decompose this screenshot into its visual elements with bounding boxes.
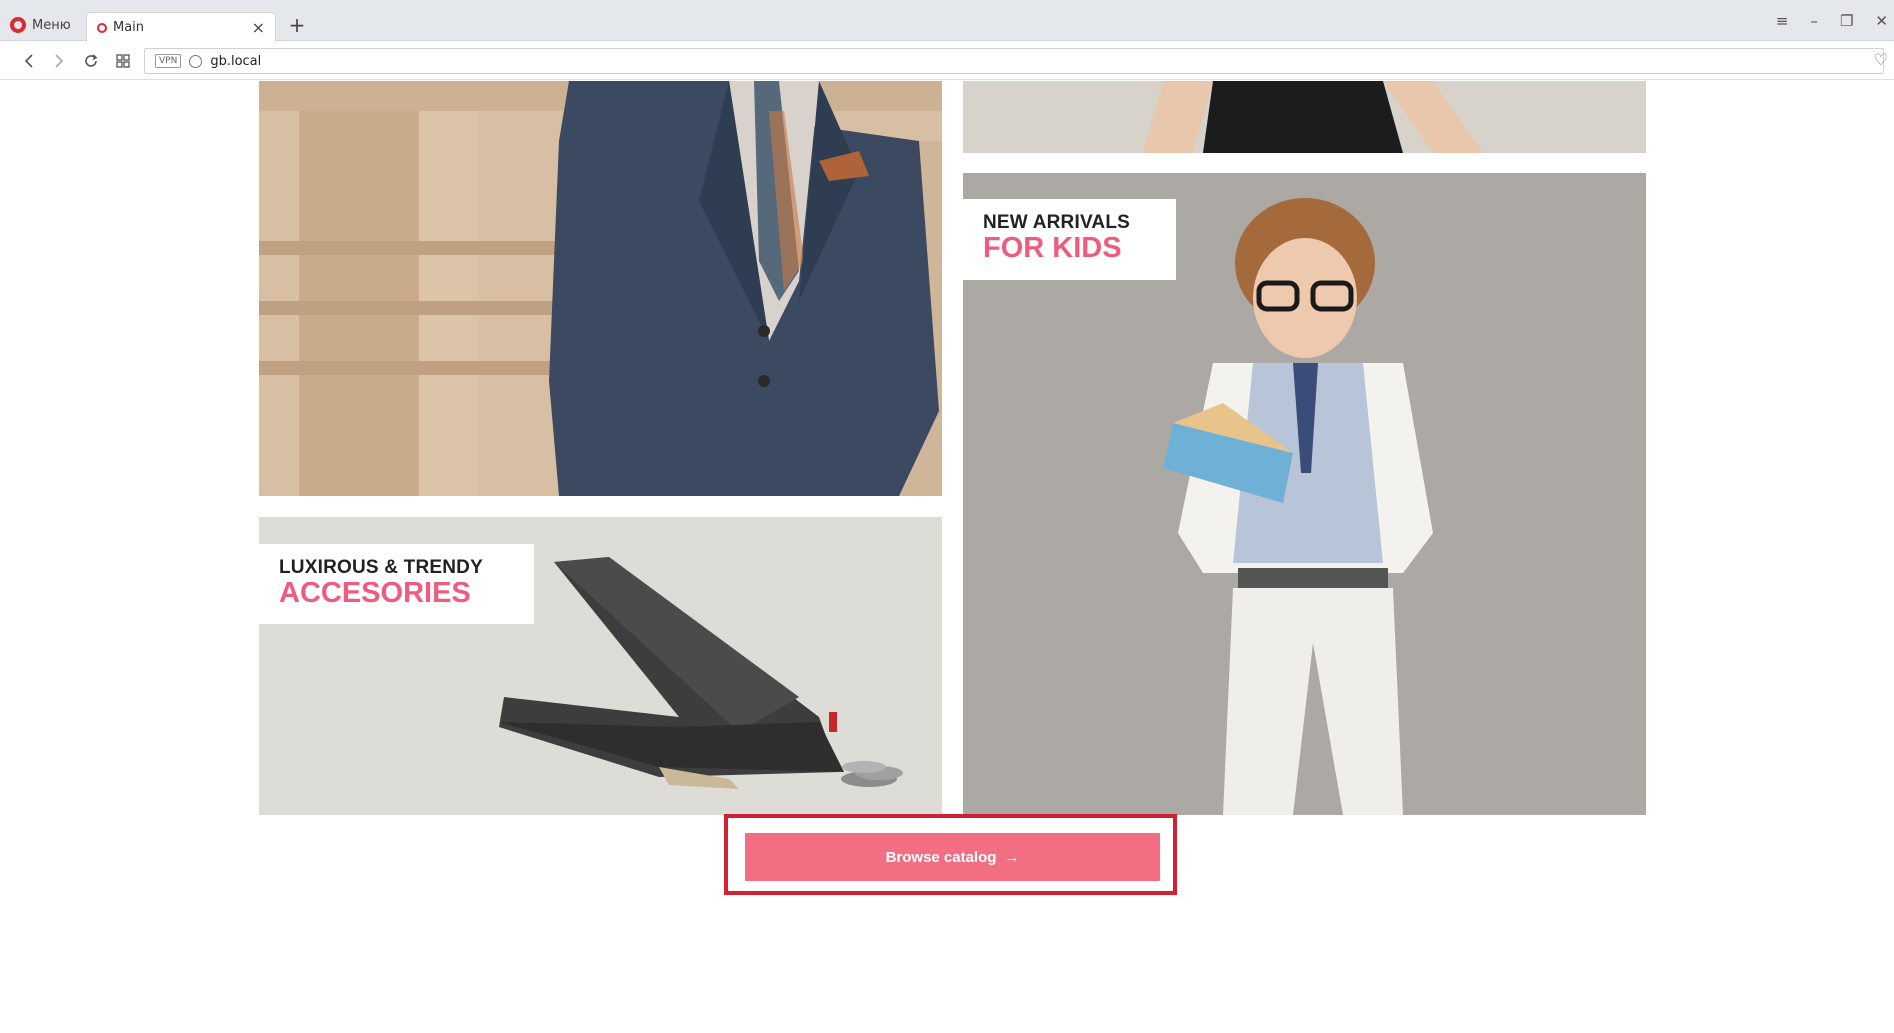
minimize-icon[interactable]: – — [1810, 12, 1818, 30]
kids-category-tile[interactable]: NEW ARRIVALS FOR KIDS — [963, 173, 1646, 815]
accessories-category-tile[interactable]: LUXIROUS & TRENDY ACCESORIES — [259, 517, 942, 815]
tab-menu-icon[interactable]: ≡ — [1776, 12, 1789, 30]
close-window-icon[interactable]: ✕ — [1875, 12, 1888, 30]
browse-catalog-button[interactable]: Browse catalog → — [745, 833, 1160, 881]
forward-arrow-icon[interactable] — [48, 50, 70, 72]
accessories-label-line1: LUXIROUS & TRENDY — [279, 557, 483, 578]
reload-icon[interactable] — [80, 50, 102, 72]
tab-title: Main — [113, 20, 145, 35]
globe-icon — [189, 54, 203, 68]
browser-tab-bar: Меню Main × + ≡ – ❐ ✕ — [0, 0, 1894, 42]
new-tab-button[interactable]: + — [284, 12, 310, 38]
browser-tab-main[interactable]: Main × — [86, 12, 276, 42]
window-controls: ≡ – ❐ ✕ — [1776, 12, 1888, 30]
opera-menu-button[interactable]: Меню — [10, 12, 82, 38]
menu-label: Меню — [32, 17, 71, 33]
tab-favicon-icon — [97, 22, 107, 33]
kids-label-line1: NEW ARRIVALS — [983, 212, 1131, 233]
men-photo — [259, 81, 942, 496]
grid-icon[interactable] — [112, 50, 134, 72]
restore-icon[interactable]: ❐ — [1840, 12, 1853, 30]
browse-catalog-label: Browse catalog — [885, 848, 997, 866]
back-arrow-icon[interactable] — [18, 50, 40, 72]
kids-tile-label: NEW ARRIVALS FOR KIDS — [963, 199, 1176, 280]
opera-logo-icon — [10, 17, 26, 33]
kids-label-line2: FOR KIDS — [983, 232, 1122, 264]
heart-icon[interactable]: ♡ — [1874, 50, 1888, 69]
tab-close-icon[interactable]: × — [252, 18, 265, 37]
women-category-tile[interactable] — [963, 81, 1646, 153]
accessories-tile-label: LUXIROUS & TRENDY ACCESORIES — [259, 544, 534, 624]
url-text: gb.local — [210, 53, 262, 69]
women-photo — [963, 81, 1646, 153]
men-category-tile[interactable] — [259, 81, 942, 496]
url-input[interactable]: VPN gb.local — [144, 48, 1884, 74]
address-bar-row: VPN gb.local ♡ — [0, 42, 1894, 80]
arrow-right-icon: → — [1004, 848, 1020, 866]
vpn-badge[interactable]: VPN — [155, 54, 182, 68]
accessories-label-line2: ACCESORIES — [279, 577, 471, 609]
